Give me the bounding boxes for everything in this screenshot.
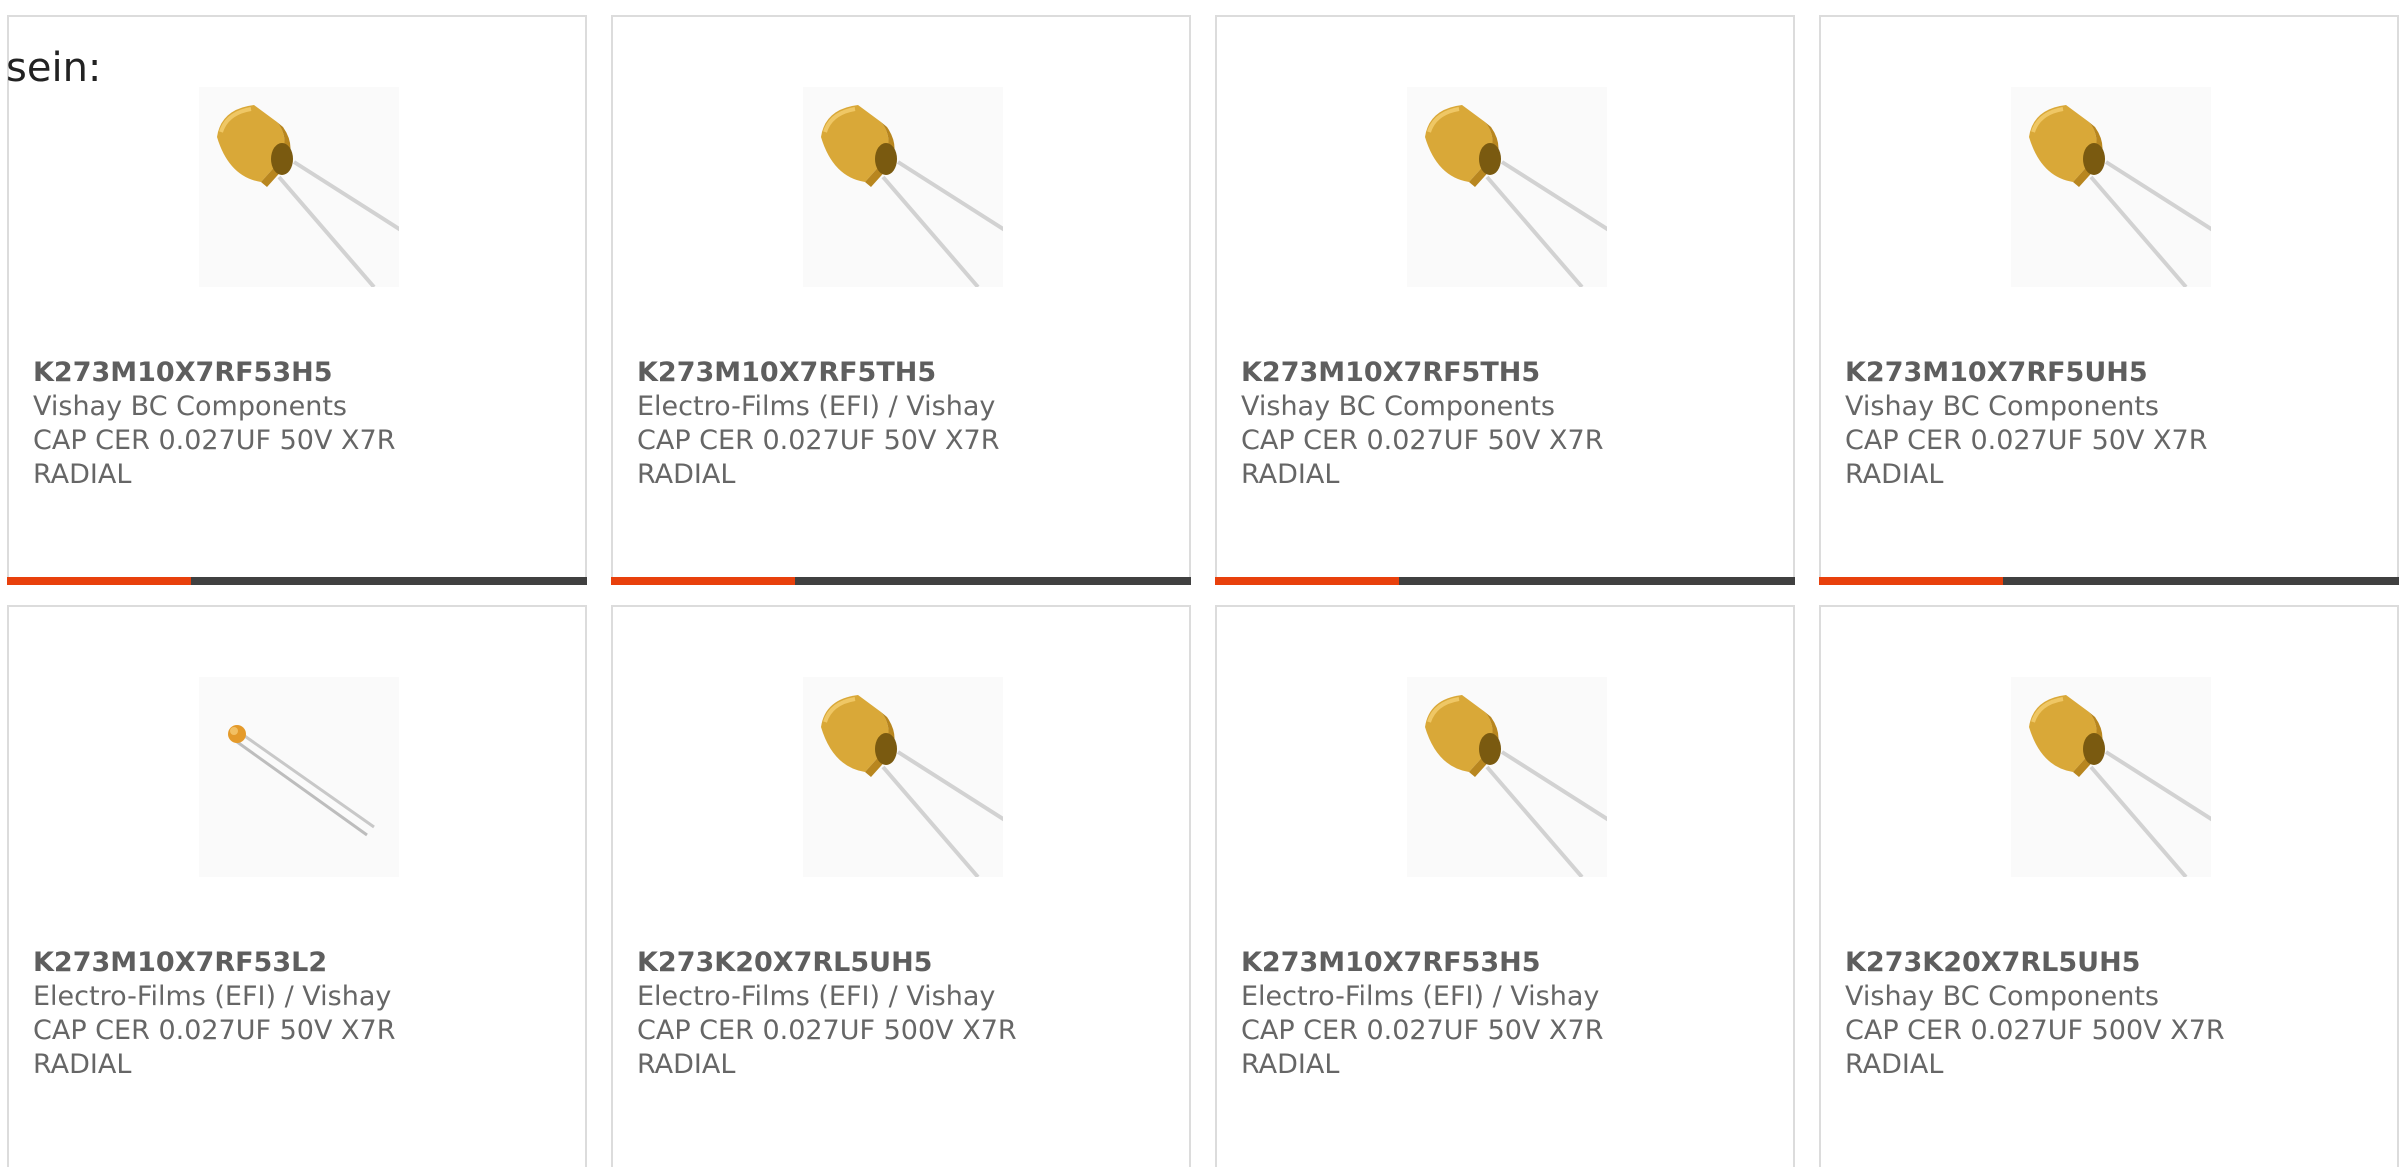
- manufacturer: Electro-Films (EFI) / Vishay: [637, 981, 996, 1012]
- card-progress-accent: [1215, 577, 1399, 585]
- manufacturer: Vishay BC Components: [1241, 391, 1555, 422]
- manufacturer: Vishay BC Components: [1845, 391, 2159, 422]
- description: CAP CER 0.027UF 50V X7R: [1241, 1015, 1604, 1046]
- description: CAP CER 0.027UF 50V X7R: [33, 425, 396, 456]
- part-number[interactable]: K273M10X7RF5UH5: [1845, 356, 2375, 390]
- product-card[interactable]: K273K20X7RL5UH5 Vishay BC Components CAP…: [1819, 605, 2399, 1167]
- description: CAP CER 0.027UF 500V X7R: [637, 1015, 1017, 1046]
- part-number[interactable]: K273M10X7RF5TH5: [637, 356, 1167, 390]
- product-image[interactable]: [803, 677, 1003, 877]
- description-package: RADIAL: [637, 459, 736, 490]
- part-number[interactable]: K273M10X7RF53H5: [1241, 946, 1771, 980]
- product-grid: K273M10X7RF53H5 Vishay BC Components CAP…: [7, 15, 2400, 1167]
- orange-radial-capacitor-icon: [228, 725, 375, 837]
- product-image[interactable]: [803, 87, 1003, 287]
- description-package: RADIAL: [1845, 459, 1944, 490]
- description-package: RADIAL: [637, 1049, 736, 1080]
- description: CAP CER 0.027UF 50V X7R: [1845, 425, 2208, 456]
- product-image[interactable]: [199, 87, 399, 287]
- yellow-radial-capacitor-icon: [821, 105, 1003, 287]
- product-card[interactable]: K273M10X7RF5TH5 Vishay BC Components CAP…: [1215, 15, 1795, 585]
- yellow-radial-capacitor-icon: [1425, 105, 1607, 287]
- part-number[interactable]: K273M10X7RF53L2: [33, 946, 563, 980]
- product-card[interactable]: K273K20X7RL5UH5 Electro-Films (EFI) / Vi…: [611, 605, 1191, 1167]
- description: CAP CER 0.027UF 50V X7R: [1241, 425, 1604, 456]
- product-image[interactable]: [1407, 87, 1607, 287]
- part-number[interactable]: K273M10X7RF53H5: [33, 356, 563, 390]
- manufacturer: Vishay BC Components: [33, 391, 347, 422]
- product-card[interactable]: K273M10X7RF53H5 Electro-Films (EFI) / Vi…: [1215, 605, 1795, 1167]
- yellow-radial-capacitor-icon: [2029, 695, 2211, 877]
- card-progress-accent: [7, 577, 191, 585]
- manufacturer: Vishay BC Components: [1845, 981, 2159, 1012]
- manufacturer: Electro-Films (EFI) / Vishay: [637, 391, 996, 422]
- product-card[interactable]: K273M10X7RF5TH5 Electro-Films (EFI) / Vi…: [611, 15, 1191, 585]
- product-image[interactable]: [2011, 87, 2211, 287]
- product-listing-page: sein: K273M10X7RF53H5 Vishay BC Componen…: [0, 0, 2400, 1167]
- product-image[interactable]: [2011, 677, 2211, 877]
- description: CAP CER 0.027UF 50V X7R: [33, 1015, 396, 1046]
- card-progress-accent: [1819, 577, 2003, 585]
- yellow-radial-capacitor-icon: [217, 105, 399, 287]
- card-progress-bar: [611, 577, 1191, 585]
- card-progress-bar: [1819, 577, 2399, 585]
- product-card[interactable]: K273M10X7RF53L2 Electro-Films (EFI) / Vi…: [7, 605, 587, 1167]
- card-progress-bar: [7, 577, 587, 585]
- description-package: RADIAL: [1845, 1049, 1944, 1080]
- section-heading: sein:: [6, 45, 102, 91]
- yellow-radial-capacitor-icon: [821, 695, 1003, 877]
- description-package: RADIAL: [33, 1049, 132, 1080]
- part-number[interactable]: K273M10X7RF5TH5: [1241, 356, 1771, 390]
- description-package: RADIAL: [33, 459, 132, 490]
- yellow-radial-capacitor-icon: [2029, 105, 2211, 287]
- card-progress-bar: [1215, 577, 1795, 585]
- part-number[interactable]: K273K20X7RL5UH5: [637, 946, 1167, 980]
- yellow-radial-capacitor-icon: [1425, 695, 1607, 877]
- product-image[interactable]: [1407, 677, 1607, 877]
- description: CAP CER 0.027UF 500V X7R: [1845, 1015, 2225, 1046]
- part-number[interactable]: K273K20X7RL5UH5: [1845, 946, 2375, 980]
- description-package: RADIAL: [1241, 459, 1340, 490]
- product-card[interactable]: K273M10X7RF53H5 Vishay BC Components CAP…: [7, 15, 587, 585]
- manufacturer: Electro-Films (EFI) / Vishay: [1241, 981, 1600, 1012]
- manufacturer: Electro-Films (EFI) / Vishay: [33, 981, 392, 1012]
- product-card[interactable]: K273M10X7RF5UH5 Vishay BC Components CAP…: [1819, 15, 2399, 585]
- card-progress-accent: [611, 577, 795, 585]
- product-image[interactable]: [199, 677, 399, 877]
- description-package: RADIAL: [1241, 1049, 1340, 1080]
- description: CAP CER 0.027UF 50V X7R: [637, 425, 1000, 456]
